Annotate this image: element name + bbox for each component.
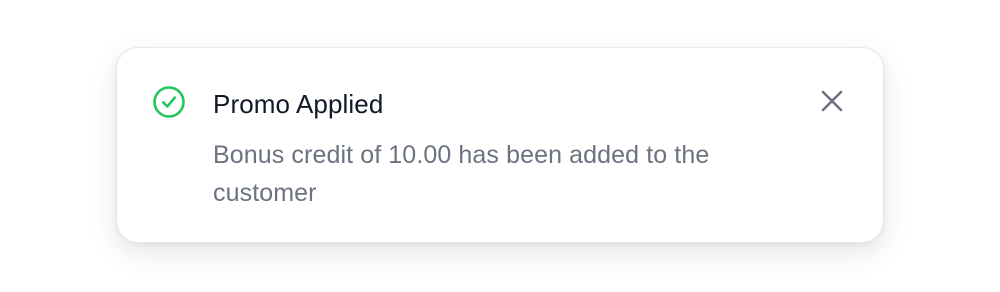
check-circle-icon <box>153 86 185 118</box>
close-button[interactable] <box>811 80 853 122</box>
toast-message: Bonus credit of 10.00 has been added to … <box>213 141 710 207</box>
toast-title: Promo Applied <box>213 89 384 119</box>
close-icon <box>821 90 843 112</box>
toast-notification: Promo Applied Bonus credit of 10.00 has … <box>116 47 884 243</box>
toast-content: Promo Applied Bonus credit of 10.00 has … <box>213 86 773 212</box>
